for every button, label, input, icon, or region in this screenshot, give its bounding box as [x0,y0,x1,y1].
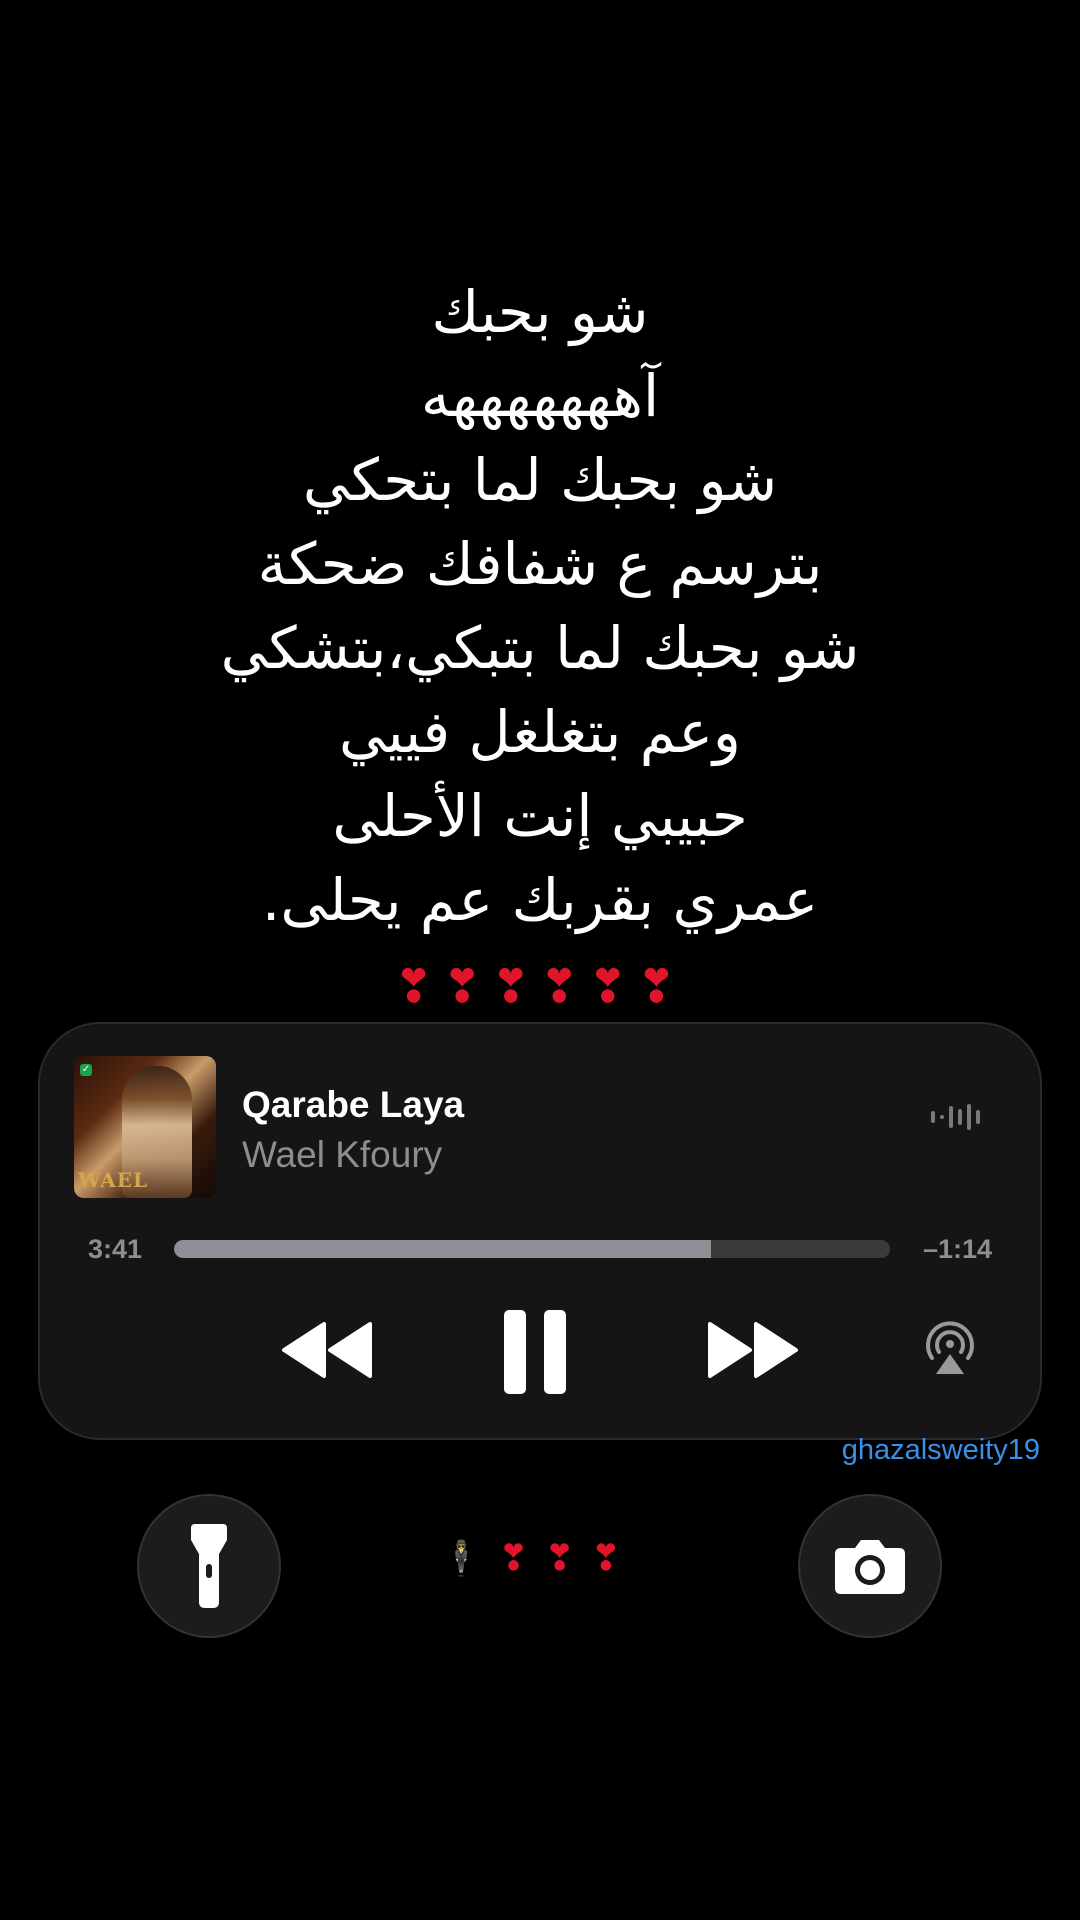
lyric-line: وعم بتغلغل فييي [339,698,741,766]
flashlight-button[interactable] [137,1494,281,1638]
lyric-line: آهههههههه [420,362,660,430]
album-artwork[interactable]: ✓ WAEL [74,1056,216,1198]
fast-forward-icon [708,1322,798,1378]
song-title: Qarabe Laya [242,1084,465,1125]
lyric-line: شو بحبك لما بتبكي،بتشكي [220,614,860,682]
heart-emoji: ❣ [498,1538,529,1579]
watermark-username: ghazalsweity19 [841,1434,1040,1466]
pause-button[interactable] [500,1308,570,1396]
lyrics-block: شو بحبك آهههههههه شو بحبك لما بتحكي بترس… [0,270,1080,1016]
lyric-line: عمري بقربك عم يحلى. [261,866,819,934]
camera-button[interactable] [798,1494,942,1638]
lyric-line: بترسم ع شفافك ضحكة [257,530,823,598]
bottom-emoji-row: 🕴 ❣ ❣ ❣ [440,1538,640,1579]
time-remaining: –1:14 [922,1234,992,1264]
airplay-icon [926,1321,974,1374]
heart-emoji: ❣ [590,1538,621,1579]
check-icon: ✓ [80,1064,92,1076]
heart-emoji: ❣ [544,1538,575,1579]
camera-icon [835,1540,905,1594]
progress-fill [174,1240,711,1258]
pause-icon [504,1310,566,1394]
rewind-button[interactable] [280,1320,376,1380]
hearts-row: ❣❣❣❣❣❣ [394,959,686,1013]
lyric-line: حبيبي إنت الأحلى [332,782,748,850]
artwork-caption: WAEL [78,1168,149,1192]
now-playing-widget[interactable]: ✓ WAEL Qarabe Laya Wael Kfoury 3:41 –1:1… [38,1022,1042,1440]
airplay-button[interactable] [920,1318,980,1378]
waveform-icon [931,1104,980,1130]
lyric-line: شو بحبك لما بتحكي [302,446,778,514]
time-elapsed: 3:41 [88,1234,143,1264]
rewind-icon [282,1322,372,1378]
person-emoji: 🕴 [440,1538,483,1579]
song-artist: Wael Kfoury [242,1134,443,1175]
lyric-line: شو بحبك [431,278,649,346]
progress-scrubber[interactable] [174,1240,890,1258]
fast-forward-button[interactable] [704,1320,800,1380]
flashlight-icon [191,1524,227,1608]
